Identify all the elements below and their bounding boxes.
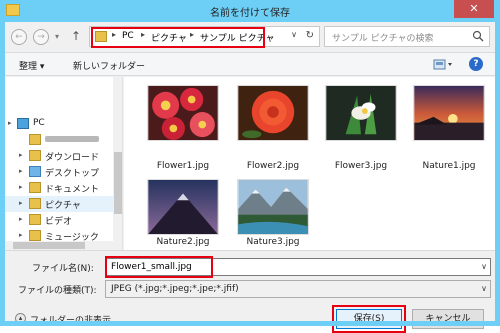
recent-locations-chevron-down-icon[interactable]: ▾ <box>55 32 59 41</box>
window-bottom-border <box>0 321 500 326</box>
search-icon[interactable] <box>472 30 484 42</box>
file-name: Flower1.jpg <box>156 161 210 171</box>
nature2-thumbnail <box>147 179 219 235</box>
command-toolbar: 整理 ▾ 新しいフォルダー ? <box>5 52 495 76</box>
save-as-dialog: 名前を付けて保存 ✕ ← → ▾ ↑ ▸ PC ▸ ピクチャ ▸ サンプル ピク… <box>0 0 500 333</box>
sidebar-horizontal-scrollbar[interactable] <box>5 241 122 250</box>
file-name: Nature1.jpg <box>422 161 476 171</box>
help-icon[interactable]: ? <box>469 57 483 71</box>
scrollbar-thumb[interactable] <box>13 242 85 249</box>
filetype-label: ファイルの種類(T): <box>18 286 97 296</box>
organize-button[interactable]: 整理 ▾ <box>19 59 44 72</box>
flower1-thumbnail <box>147 85 219 141</box>
filetype-dropdown-icon[interactable]: ∨ <box>481 284 487 293</box>
filetype-select[interactable]: JPEG (*.jpg;*.jpeg;*.jpe;*.jfif) ∨ <box>105 280 491 298</box>
expand-chevron-icon[interactable]: ▸ <box>19 167 23 175</box>
file-name: Nature2.jpg <box>156 237 210 247</box>
flower2-thumbnail <box>237 85 309 141</box>
filename-label: ファイル名(N): <box>32 264 94 274</box>
view-options-icon[interactable] <box>433 58 455 71</box>
cancel-button[interactable]: キャンセル <box>412 309 484 329</box>
filename-highlight-annotation <box>105 256 213 278</box>
sidebar-item-desktop[interactable]: ▸ デスクトップ <box>5 164 122 180</box>
sidebar-item-documents[interactable]: ▸ ドキュメント <box>5 180 122 196</box>
nature1-thumbnail <box>413 85 485 141</box>
sidebar-item-pc[interactable]: ▸ PC <box>5 116 122 132</box>
expand-chevron-icon[interactable]: ▸ <box>19 183 23 191</box>
sidebar-item-label: ダウンロード <box>45 153 100 163</box>
file-list: Flower1.jpg Flower2.jpg Flower3.jpg Natu… <box>124 77 495 250</box>
forward-button[interactable]: → <box>33 29 49 45</box>
refresh-icon[interactable]: ↻ <box>306 30 314 41</box>
music-folder-icon <box>29 230 41 241</box>
navigation-bar: ← → ▾ ↑ ▸ PC ▸ ピクチャ ▸ サンプル ピクチャ ∨ ↻ サンプル… <box>5 22 495 52</box>
videos-folder-icon <box>29 214 41 225</box>
scrollbar-thumb[interactable] <box>114 152 122 214</box>
sidebar-item-label: ピクチャ <box>45 201 81 211</box>
expand-chevron-icon[interactable]: ▸ <box>8 119 12 127</box>
sidebar-item-label: ドキュメント <box>45 185 100 195</box>
sidebar-vertical-scrollbar[interactable] <box>113 77 122 250</box>
dialog-client-area: ← → ▾ ↑ ▸ PC ▸ ピクチャ ▸ サンプル ピクチャ ∨ ↻ サンプル… <box>5 22 495 333</box>
sidebar-item-label: ビデオ <box>45 217 73 227</box>
flower3-thumbnail <box>325 85 397 141</box>
file-name: Flower3.jpg <box>334 161 388 171</box>
file-name: Flower2.jpg <box>246 161 300 171</box>
new-folder-button[interactable]: 新しいフォルダー <box>73 59 145 72</box>
filetype-value: JPEG (*.jpg;*.jpeg;*.jpe;*.jfif) <box>111 284 239 294</box>
sidebar-item-pictures[interactable]: ▸ ピクチャ <box>5 196 122 212</box>
file-name: Nature3.jpg <box>246 237 300 247</box>
save-highlight-annotation <box>332 305 406 333</box>
sidebar-item-videos[interactable]: ▸ ビデオ <box>5 212 122 228</box>
sidebar-item-downloads[interactable]: ▸ ダウンロード <box>5 148 122 164</box>
sidebar-item-label: PC <box>33 118 45 128</box>
navigation-pane: ▸ PC ▸ ダウンロード ▸ デスクトップ ▸ ドキュメント ▸ ピクチャ ▸… <box>5 77 123 250</box>
expand-chevron-icon[interactable]: ▸ <box>19 151 23 159</box>
sidebar-item-label: デスクトップ <box>45 169 100 179</box>
close-button[interactable]: ✕ <box>454 0 494 18</box>
nature3-thumbnail <box>237 179 309 235</box>
back-button[interactable]: ← <box>11 29 27 45</box>
search-placeholder: サンプル ピクチャの検索 <box>332 34 434 44</box>
window-title: 名前を付けて保存 <box>210 8 290 19</box>
save-form: ファイル名(N): Flower1_small.jpg ∨ ファイルの種類(T)… <box>5 250 495 333</box>
download-folder-icon <box>29 150 41 161</box>
redacted-label <box>45 136 99 142</box>
expand-chevron-icon[interactable]: ▸ <box>19 215 23 223</box>
address-highlight-annotation <box>91 27 265 48</box>
user-folder-icon <box>29 134 41 145</box>
sidebar-item-user[interactable] <box>5 132 122 148</box>
expand-chevron-icon[interactable]: ▸ <box>19 231 23 239</box>
filename-dropdown-icon[interactable]: ∨ <box>481 262 487 271</box>
up-arrow-icon[interactable]: ↑ <box>71 29 81 43</box>
search-box[interactable]: サンプル ピクチャの検索 <box>324 26 490 47</box>
desktop-folder-icon <box>29 166 41 177</box>
address-dropdown-icon[interactable]: ∨ <box>291 30 297 39</box>
expand-chevron-icon[interactable]: ▸ <box>19 199 23 207</box>
pictures-folder-icon <box>29 198 41 209</box>
title-bar[interactable]: 名前を付けて保存 ✕ <box>0 0 500 22</box>
documents-folder-icon <box>29 182 41 193</box>
computer-icon <box>17 118 29 129</box>
